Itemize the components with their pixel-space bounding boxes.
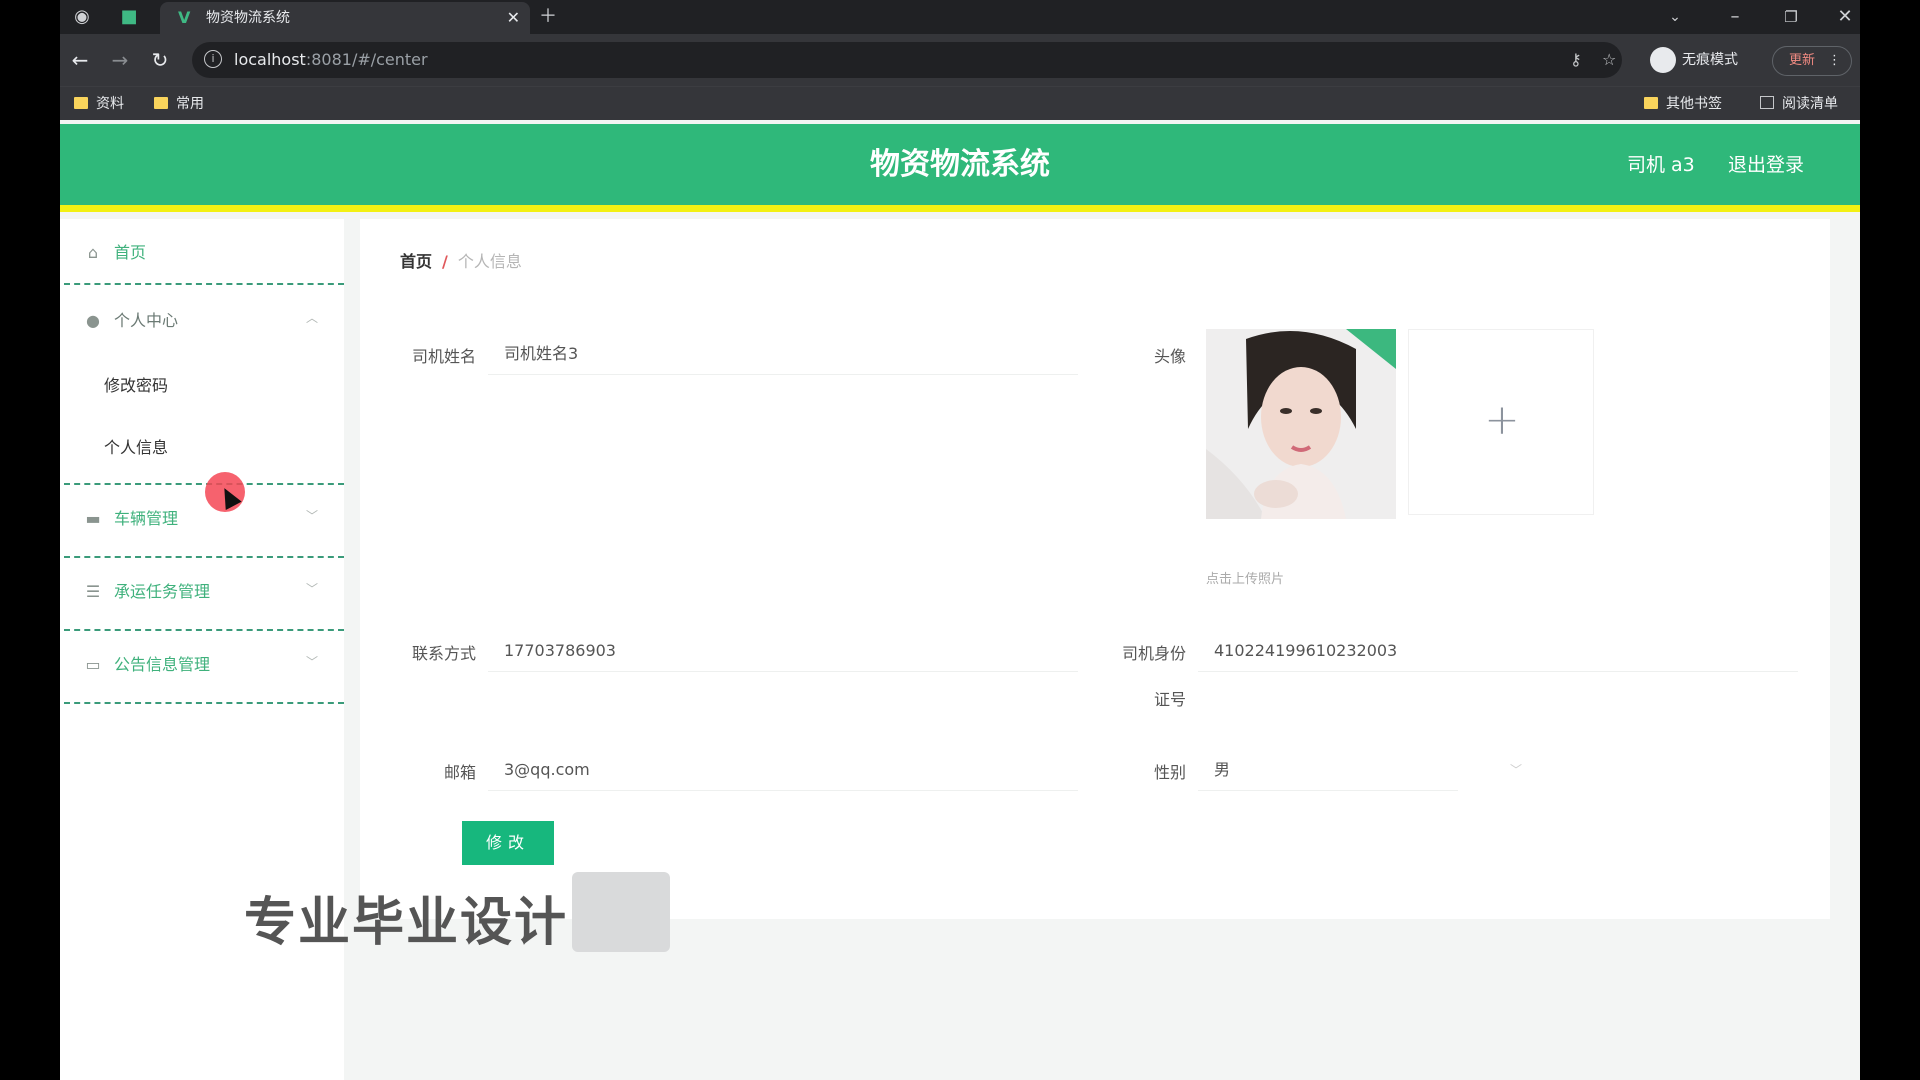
app-header: 物资物流系统 司机 a3 退出登录 (60, 124, 1860, 212)
breadcrumb-home[interactable]: 首页 (400, 252, 432, 271)
bookmarks-bar: 资料 常用 其他书签 阅读清单 (60, 86, 1860, 120)
reading-list-icon (1760, 96, 1774, 109)
chevron-down-icon: ﹀ (1510, 763, 1523, 777)
back-icon[interactable]: ← (65, 34, 95, 86)
avatar-label: 头像 (1153, 347, 1186, 366)
incognito-icon (1650, 47, 1676, 73)
main-content: 首页 / 个人信息 司机姓名 司机姓名3 头像 + 点击上传照片 联系方式 17… (360, 219, 1830, 919)
submit-button[interactable]: 修改 (462, 821, 554, 865)
sidebar-item-task[interactable]: ☰ 承运任务管理 ﹀ (60, 558, 344, 628)
chevron-down-icon: ﹀ (305, 582, 318, 596)
watermark-text: 专业毕业设计 (244, 893, 569, 953)
chevron-down-icon: ﹀ (305, 509, 318, 523)
incognito-indicator[interactable]: 无痕模式 (1650, 42, 1738, 78)
sidebar-item-home[interactable]: ⌂ 首页 (60, 219, 344, 289)
browser-toolbar: ← → ↻ i localhost:8081/#/center ⚷ ☆ 无痕模式… (60, 34, 1860, 86)
tab-search-icon[interactable]: ⌄ (1660, 0, 1690, 34)
sidebar-item-notice[interactable]: ▭ 公告信息管理 ﹀ (60, 631, 344, 701)
bookmark-folder-materials[interactable]: 资料 (74, 87, 124, 121)
close-window-icon[interactable]: ✕ (1830, 0, 1860, 34)
email-field[interactable]: 3@qq.com (488, 749, 1078, 791)
driver-name-label: 司机姓名 (411, 347, 476, 366)
plus-icon: + (1484, 395, 1520, 444)
tab-close-icon[interactable]: ✕ (507, 2, 520, 34)
sidebar-subitem-change-password[interactable]: 修改密码 (104, 372, 168, 396)
sidebar-item-vehicle[interactable]: ▬ 车辆管理 ﹀ (60, 485, 344, 555)
site-info-icon[interactable]: i (204, 50, 222, 68)
blurred-region (572, 872, 670, 952)
breadcrumb-separator: / (442, 252, 448, 271)
address-bar[interactable]: i localhost:8081/#/center ⚷ ☆ (192, 42, 1622, 78)
breadcrumb-current: 个人信息 (457, 252, 522, 271)
id-number-field[interactable]: 410224199610232003 (1198, 630, 1798, 672)
url-text: localhost:8081/#/center (234, 50, 428, 69)
sidebar-subitem-personal-info[interactable]: 个人信息 (104, 434, 168, 458)
bookmark-folder-common[interactable]: 常用 (154, 87, 204, 121)
message-icon: ▭ (85, 655, 101, 674)
contact-label: 联系方式 (411, 644, 476, 663)
app-title: 物资物流系统 (870, 147, 1050, 182)
folder-icon (74, 97, 88, 109)
reading-list-button[interactable]: 阅读清单 (1760, 87, 1838, 121)
logout-link[interactable]: 退出登录 (1728, 124, 1804, 206)
folder-icon (154, 97, 168, 109)
contact-field[interactable]: 17703786903 (488, 630, 1078, 672)
user-icon: ● (86, 311, 100, 330)
browser-window: ◉ ■ V 物资物流系统 ✕ ＋ ⌄ – ❐ ✕ ← → ↻ i localho… (60, 0, 1860, 1080)
reload-icon[interactable]: ↻ (145, 34, 175, 86)
tab-active[interactable]: V 物资物流系统 ✕ (160, 2, 530, 34)
bookmark-star-icon[interactable]: ☆ (1602, 42, 1616, 78)
upload-tip: 点击上传照片 (1206, 572, 1285, 587)
sidebar-item-personal-center[interactable]: ● 个人中心 ︿ (60, 285, 344, 345)
sidebar-item-label: 个人中心 (114, 311, 179, 330)
id-number-label: 司机身份 (1121, 644, 1186, 663)
avatar-upload-box[interactable]: + (1408, 329, 1594, 515)
update-button[interactable]: 更新 ⋮ (1772, 46, 1852, 76)
restore-icon[interactable]: ❐ (1776, 0, 1806, 34)
tab-bar: ◉ ■ V 物资物流系统 ✕ ＋ ⌄ – ❐ ✕ (60, 0, 1860, 34)
driver-name-field[interactable]: 司机姓名3 (488, 333, 1078, 375)
folder-icon (1644, 97, 1658, 109)
minimize-icon[interactable]: – (1720, 0, 1750, 34)
vehicle-icon: ▬ (85, 509, 101, 528)
chevron-down-icon: ﹀ (305, 655, 318, 669)
sidebar-item-label: 公告信息管理 (114, 655, 211, 674)
bookmark-folder-other[interactable]: 其他书签 (1644, 87, 1722, 121)
password-key-icon[interactable]: ⚷ (1570, 42, 1582, 78)
gender-label: 性别 (1153, 763, 1186, 782)
breadcrumb: 首页 / 个人信息 (400, 248, 522, 272)
gender-select[interactable]: 男 (1198, 749, 1458, 791)
pinned-tab-icon[interactable]: ■ (114, 0, 144, 34)
forward-icon[interactable]: → (105, 34, 135, 86)
current-user: 司机 a3 (1627, 154, 1695, 176)
chevron-up-icon: ︿ (305, 311, 318, 325)
tab-title: 物资物流系统 (206, 10, 290, 26)
new-tab-icon[interactable]: ＋ (530, 0, 566, 34)
id-number-label-cont: 证号 (1153, 690, 1186, 709)
sidebar-item-label: 承运任务管理 (114, 582, 211, 601)
email-label: 邮箱 (443, 763, 476, 782)
menu-divider (64, 702, 344, 704)
home-icon: ⌂ (87, 243, 99, 262)
avatar-image[interactable] (1206, 329, 1396, 519)
chrome-menu-icon[interactable]: ◉ (66, 0, 98, 34)
sidebar-item-label: 车辆管理 (114, 509, 179, 528)
list-icon: ☰ (85, 582, 101, 601)
vue-favicon-icon: V (178, 8, 191, 27)
sidebar-item-label: 首页 (114, 243, 147, 262)
